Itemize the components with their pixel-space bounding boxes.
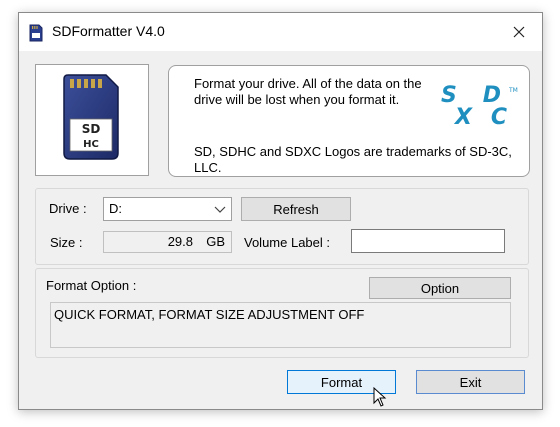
card-sd-text: SD: [82, 122, 101, 136]
sd-card-image: SD HC: [35, 64, 149, 176]
option-button[interactable]: Option: [369, 277, 511, 299]
drive-select[interactable]: D:: [103, 197, 232, 221]
drive-label: Drive :: [49, 201, 87, 216]
trademark-text: SD, SDHC and SDXC Logos are trademarks o…: [194, 144, 512, 175]
sd-card-icon: SD HC: [63, 74, 119, 160]
info-panel: Format your drive. All of the data on th…: [168, 65, 530, 177]
card-hc-text: HC: [83, 139, 99, 150]
close-button[interactable]: [496, 13, 542, 51]
sd-card-app-icon: [28, 24, 44, 45]
format-option-summary: QUICK FORMAT, FORMAT SIZE ADJUSTMENT OFF: [50, 302, 511, 348]
window-title: SDFormatter V4.0: [52, 23, 165, 39]
exit-button-label: Exit: [459, 374, 482, 390]
svg-text:TM: TM: [508, 87, 518, 94]
format-warning-text: Format your drive. All of the data on th…: [194, 76, 422, 107]
volume-label-caption: Volume Label :: [244, 235, 331, 250]
option-button-label: Option: [420, 280, 460, 296]
size-value: 29.8: [167, 234, 193, 249]
volume-label-input[interactable]: [351, 229, 505, 253]
mouse-pointer-icon: [373, 387, 387, 407]
size-unit: GB: [206, 234, 225, 249]
format-option-summary-text: QUICK FORMAT, FORMAT SIZE ADJUSTMENT OFF: [54, 307, 365, 322]
size-label: Size :: [50, 235, 83, 250]
format-button-label: Format: [320, 374, 363, 390]
title-bar: SDFormatter V4.0: [19, 13, 542, 51]
refresh-button-label: Refresh: [273, 201, 319, 217]
close-icon: [513, 26, 525, 38]
exit-button[interactable]: Exit: [416, 370, 525, 394]
drive-group: Drive : D: Refresh Size : 29.8 GB Volume…: [35, 188, 529, 265]
size-field: 29.8 GB: [103, 231, 232, 253]
sdxc-logo: S D X C TM: [441, 83, 518, 128]
drive-select-value: D:: [109, 201, 122, 216]
refresh-button[interactable]: Refresh: [241, 197, 351, 221]
format-option-group: Format Option : Option QUICK FORMAT, FOR…: [35, 268, 529, 358]
svg-text:X C: X C: [453, 105, 507, 128]
chevron-down-icon: [214, 203, 226, 218]
format-option-title: Format Option :: [46, 278, 137, 293]
sdformatter-window: SDFormatter V4.0 SD HC Format your drive…: [18, 12, 543, 410]
